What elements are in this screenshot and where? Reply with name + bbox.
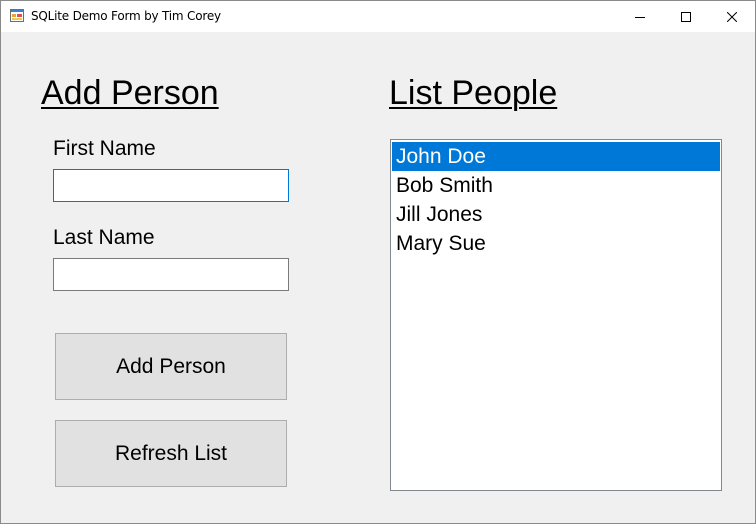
- first-name-field[interactable]: [53, 169, 289, 202]
- people-listbox[interactable]: John Doe Bob Smith Jill Jones Mary Sue: [390, 139, 722, 491]
- last-name-label: Last Name: [53, 226, 155, 249]
- add-person-heading: Add Person: [41, 74, 219, 112]
- refresh-list-button[interactable]: Refresh List: [55, 420, 287, 487]
- form-app-icon[interactable]: [10, 9, 24, 22]
- minimize-icon: [635, 12, 645, 22]
- list-item[interactable]: Bob Smith: [392, 171, 720, 200]
- app-window: SQLite Demo Form by Tim Corey Add Person…: [0, 0, 756, 524]
- list-item[interactable]: John Doe: [392, 142, 720, 171]
- maximize-button[interactable]: [663, 1, 709, 32]
- close-icon: [727, 11, 737, 22]
- last-name-field[interactable]: [53, 258, 289, 291]
- maximize-icon: [681, 11, 691, 22]
- title-bar[interactable]: SQLite Demo Form by Tim Corey: [1, 1, 755, 32]
- first-name-label: First Name: [53, 137, 156, 160]
- list-people-heading: List People: [389, 74, 558, 112]
- window-title: SQLite Demo Form by Tim Corey: [31, 9, 221, 23]
- close-button[interactable]: [709, 1, 755, 32]
- list-item[interactable]: Mary Sue: [392, 229, 720, 258]
- refresh-list-button-label: Refresh List: [114, 441, 228, 465]
- minimize-button[interactable]: [617, 1, 663, 32]
- add-person-button-label: Add Person: [116, 354, 226, 378]
- list-item[interactable]: Jill Jones: [392, 200, 720, 229]
- add-person-button[interactable]: Add Person: [55, 333, 287, 400]
